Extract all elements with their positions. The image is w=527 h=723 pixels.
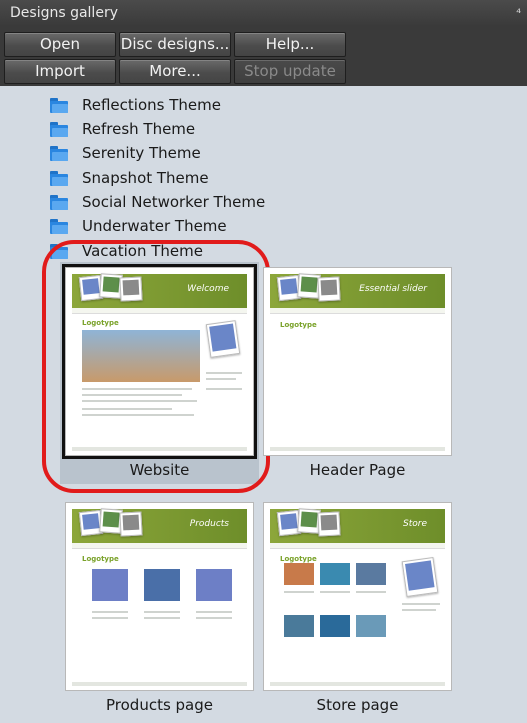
- window-title-bar: Designs gallery ⁴: [0, 0, 527, 26]
- theme-label: Serenity Theme: [82, 144, 201, 162]
- thumb-header-text: Store: [403, 519, 427, 529]
- theme-item-reflections[interactable]: Reflections Theme: [50, 93, 221, 117]
- open-button[interactable]: Open: [4, 32, 116, 57]
- theme-label: Social Networker Theme: [82, 193, 266, 211]
- theme-item-social-networker[interactable]: Social Networker Theme: [50, 190, 265, 214]
- theme-label: Underwater Theme: [82, 217, 227, 235]
- theme-label: Reflections Theme: [82, 96, 221, 114]
- store-page-thumbnail[interactable]: Store Logotype: [263, 502, 452, 691]
- stop-update-button[interactable]: Stop update: [234, 59, 346, 84]
- folder-icon: [50, 218, 68, 234]
- red-highlight-circle: [42, 240, 270, 493]
- store-page-label[interactable]: Store page: [263, 696, 452, 714]
- theme-label: Refresh Theme: [82, 120, 196, 138]
- more-button[interactable]: More...: [119, 59, 231, 84]
- toolbar: Open Disc designs... Help... Import More…: [0, 26, 527, 86]
- header-page-thumbnail[interactable]: Essential slider Logotype: [263, 267, 452, 456]
- products-page-label[interactable]: Products page: [60, 696, 259, 714]
- thumb-logo-text: Logotype: [82, 555, 119, 563]
- header-page-label[interactable]: Header Page: [263, 461, 452, 479]
- folder-icon: [50, 194, 68, 210]
- folder-icon: [50, 170, 68, 186]
- folder-icon: [50, 97, 68, 113]
- help-button[interactable]: Help...: [234, 32, 346, 57]
- thumb-header-text: Essential slider: [359, 284, 427, 294]
- products-page-thumbnail[interactable]: Products Logotype: [65, 502, 254, 691]
- theme-item-refresh[interactable]: Refresh Theme: [50, 117, 195, 141]
- theme-item-snapshot[interactable]: Snapshot Theme: [50, 166, 209, 190]
- thumb-logo-text: Logotype: [280, 555, 317, 563]
- theme-item-serenity[interactable]: Serenity Theme: [50, 141, 201, 165]
- disc-designs-button[interactable]: Disc designs...: [119, 32, 231, 57]
- import-button[interactable]: Import: [4, 59, 116, 84]
- thumb-logo-text: Logotype: [280, 321, 317, 329]
- window-title: Designs gallery: [10, 5, 118, 21]
- folder-icon: [50, 145, 68, 161]
- theme-label: Snapshot Theme: [82, 169, 209, 187]
- panel-grip-icon[interactable]: ⁴: [516, 0, 521, 26]
- theme-item-underwater[interactable]: Underwater Theme: [50, 214, 227, 238]
- thumb-header-text: Products: [189, 519, 229, 529]
- folder-icon: [50, 121, 68, 137]
